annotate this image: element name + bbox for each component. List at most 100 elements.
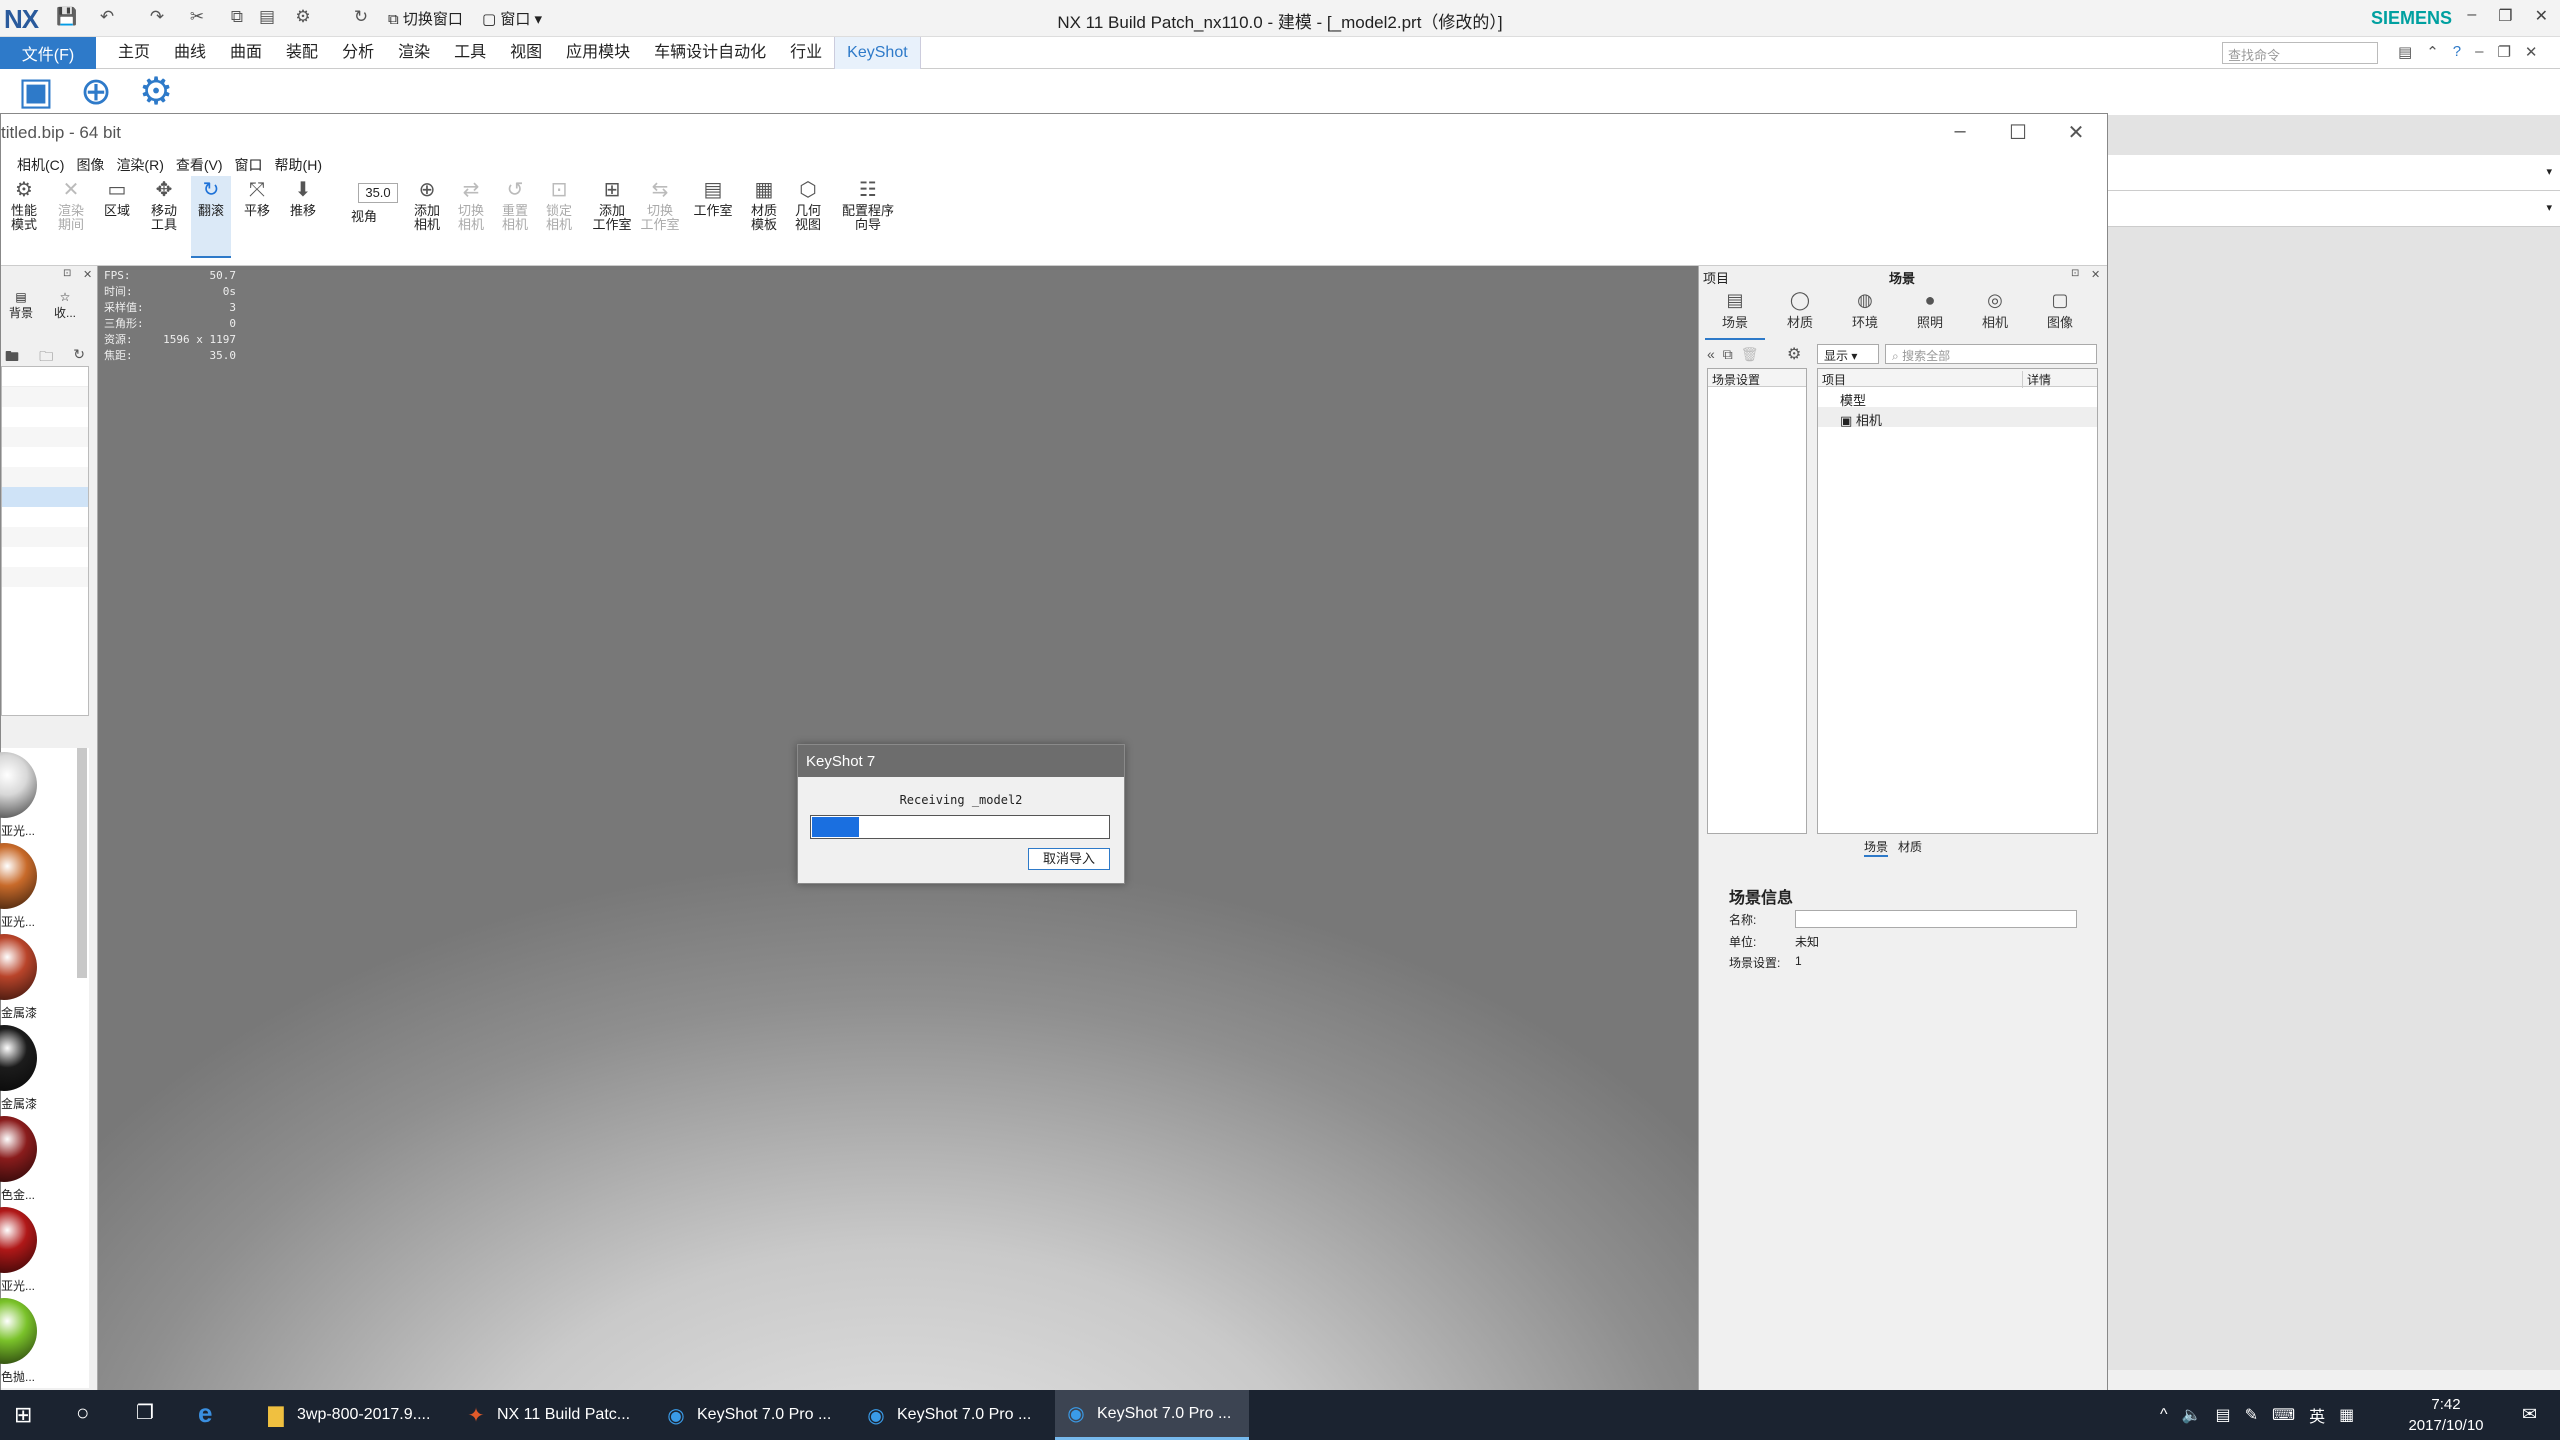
- close-icon[interactable]: ✕: [83, 268, 92, 281]
- minimize-icon[interactable]: –: [2467, 6, 2476, 26]
- project-tab-0[interactable]: ▤ 场景: [1705, 288, 1765, 340]
- menu-item-4[interactable]: 窗口: [235, 152, 263, 174]
- library-tab-favorites[interactable]: ☆ 收...: [49, 290, 81, 321]
- menu-item-2[interactable]: 渲染(R): [116, 152, 163, 174]
- tree-item-model[interactable]: 模型: [1818, 387, 2097, 408]
- cancel-import-button[interactable]: 取消导入: [1028, 848, 1110, 870]
- ribbon-tab-8[interactable]: 应用模块: [554, 37, 642, 69]
- pen-icon[interactable]: ✎: [2245, 1405, 2258, 1425]
- collapse-ribbon-icon[interactable]: ⌃: [2426, 43, 2439, 61]
- pin-icon[interactable]: ⊡: [63, 268, 71, 279]
- material-item[interactable]: 金属漆: [0, 934, 73, 1021]
- taskbar-app-2[interactable]: ◉ KeyShot 7.0 Pro ...: [655, 1390, 853, 1440]
- collapse-icon[interactable]: «: [1707, 346, 1715, 363]
- tray-chevron-icon[interactable]: ^: [2160, 1406, 2168, 1424]
- scene-settings-list[interactable]: 场景设置: [1707, 368, 1807, 834]
- menu-item-1[interactable]: 图像: [76, 152, 104, 174]
- gear-icon[interactable]: ⚙: [1787, 344, 1801, 364]
- library-tab-backgrounds[interactable]: ▤ 背景: [5, 290, 37, 321]
- scrollbar[interactable]: [77, 748, 87, 978]
- duplicate-icon[interactable]: ⧉: [1723, 346, 1733, 363]
- search-icon[interactable]: ○: [76, 1400, 89, 1426]
- menu-item-3[interactable]: 查看(V): [176, 152, 223, 174]
- ribbon-tab-1[interactable]: 曲线: [162, 37, 218, 69]
- ime-indicator[interactable]: 英: [2309, 1403, 2325, 1427]
- scene-search-input[interactable]: ⌕ 搜索全部: [1885, 344, 2097, 364]
- toolbar-button-5[interactable]: ⤧ 平移: [237, 176, 277, 258]
- network-icon[interactable]: ▤: [2215, 1405, 2230, 1425]
- material-item[interactable]: 色抛...: [0, 1298, 73, 1385]
- ribbon-tab-10[interactable]: 行业: [778, 37, 834, 69]
- task-view-icon[interactable]: ❐: [136, 1400, 154, 1425]
- material-item[interactable]: 亚光...: [0, 843, 73, 930]
- ribbon-tab-0[interactable]: 主页: [106, 37, 162, 69]
- keyshot-settings-icon[interactable]: ⚙: [132, 69, 180, 115]
- minimize-icon[interactable]: –: [1937, 120, 1983, 146]
- ribbon-tab-3[interactable]: 装配: [274, 37, 330, 69]
- clock[interactable]: 7:42 2017/10/10: [2396, 1394, 2496, 1436]
- project-tab-5[interactable]: ▢ 图像: [2030, 288, 2090, 340]
- toolbar-button-17[interactable]: ☷ 配置程序 向导: [831, 176, 905, 258]
- ime-mode-icon[interactable]: ▦: [2339, 1405, 2354, 1425]
- close-icon[interactable]: ✕: [2091, 268, 2100, 281]
- doc-restore-icon[interactable]: ❐: [2497, 43, 2510, 61]
- edge-browser-icon[interactable]: e: [198, 1398, 212, 1429]
- toolbar-button-4[interactable]: ↻ 翻滚: [191, 176, 231, 258]
- toolbar-button-14[interactable]: ▤ 工作室: [691, 176, 735, 258]
- doc-close-icon[interactable]: ✕: [2525, 43, 2538, 61]
- ribbon-tab-7[interactable]: 视图: [498, 37, 554, 69]
- material-item[interactable]: 金属漆: [0, 1025, 73, 1112]
- keyshot-update-icon[interactable]: ⊕: [72, 69, 120, 115]
- command-search-input[interactable]: 查找命令: [2222, 42, 2378, 64]
- tab-material-bottom[interactable]: 材质: [1898, 838, 1922, 857]
- taskbar-app-1[interactable]: ✦ NX 11 Build Patc...: [455, 1390, 643, 1440]
- material-item[interactable]: 亚光...: [0, 752, 73, 839]
- ribbon-tab-4[interactable]: 分析: [330, 37, 386, 69]
- toolbar-button-12[interactable]: ⊞ 添加 工作室: [589, 176, 635, 258]
- material-item[interactable]: 色金...: [0, 1116, 73, 1203]
- pin-icon[interactable]: ⊡: [2071, 268, 2079, 279]
- ribbon-tab-9[interactable]: 车辆设计自动化: [642, 37, 778, 69]
- display-dropdown[interactable]: 显示 ▾: [1817, 344, 1879, 364]
- toolbar-button-0[interactable]: ⚙ 性能 模式: [5, 176, 43, 258]
- restore-icon[interactable]: ❐: [2498, 6, 2512, 26]
- volume-icon[interactable]: 🔈: [2182, 1405, 2202, 1425]
- scene-tree[interactable]: 项目 详情 模型 ▣ 相机: [1817, 368, 2098, 834]
- close-icon[interactable]: ✕: [2053, 120, 2099, 146]
- toolbar-button-6[interactable]: ⬇ 推移: [283, 176, 323, 258]
- material-item[interactable]: 亚光...: [0, 1207, 73, 1294]
- taskbar-app-0[interactable]: ▇ 3wp-800-2017.9....: [255, 1390, 443, 1440]
- keyboard-icon[interactable]: ⌨: [2272, 1405, 2295, 1425]
- nx-dropdown-strip[interactable]: ▾: [2108, 191, 2560, 227]
- tree-item-camera[interactable]: ▣ 相机: [1818, 407, 2097, 428]
- file-menu-tab[interactable]: 文件(F): [0, 37, 96, 69]
- ribbon-tab-11[interactable]: KeyShot: [834, 37, 921, 69]
- menu-item-0[interactable]: 相机(C): [17, 152, 64, 174]
- toolbar-button-8[interactable]: ⊕ 添加 相机: [407, 176, 447, 258]
- menu-item-5[interactable]: 帮助(H): [275, 152, 322, 174]
- project-tab-2[interactable]: ◍ 环境: [1835, 288, 1895, 340]
- ribbon-tab-5[interactable]: 渲染: [386, 37, 442, 69]
- ribbon-tab-6[interactable]: 工具: [442, 37, 498, 69]
- project-tab-3[interactable]: ● 照明: [1900, 288, 1960, 340]
- notification-icon[interactable]: ✉: [2522, 1404, 2537, 1425]
- fov-input[interactable]: 35.0: [358, 183, 398, 203]
- keyshot-render-icon[interactable]: ▣: [12, 69, 60, 115]
- delete-icon[interactable]: 🗑: [1741, 346, 1759, 363]
- close-icon[interactable]: ✕: [2535, 6, 2548, 26]
- tab-scene-bottom[interactable]: 场景: [1864, 838, 1889, 857]
- library-folder-list[interactable]: [1, 366, 89, 716]
- taskbar-app-4[interactable]: ◉ KeyShot 7.0 Pro ...: [1055, 1390, 1249, 1440]
- nx-dropdown-strip[interactable]: ▾: [2108, 155, 2560, 191]
- taskbar-app-3[interactable]: ◉ KeyShot 7.0 Pro ...: [855, 1390, 1053, 1440]
- project-tab-1[interactable]: ◯ 材质: [1770, 288, 1830, 340]
- toolbar-button-2[interactable]: ▭ 区域: [97, 176, 137, 258]
- toolbar-button-15[interactable]: ▦ 材质 模板: [745, 176, 783, 258]
- project-tab-4[interactable]: ◎ 相机: [1965, 288, 2025, 340]
- help-icon[interactable]: ?: [2453, 43, 2461, 61]
- toolbar-button-16[interactable]: ⬡ 几何 视图: [789, 176, 827, 258]
- toolbar-button-3[interactable]: ✥ 移动 工具: [143, 176, 185, 258]
- doc-minimize-icon[interactable]: –: [2475, 43, 2483, 61]
- scene-name-input[interactable]: [1795, 910, 2077, 928]
- layout-icon[interactable]: ▤: [2398, 43, 2412, 61]
